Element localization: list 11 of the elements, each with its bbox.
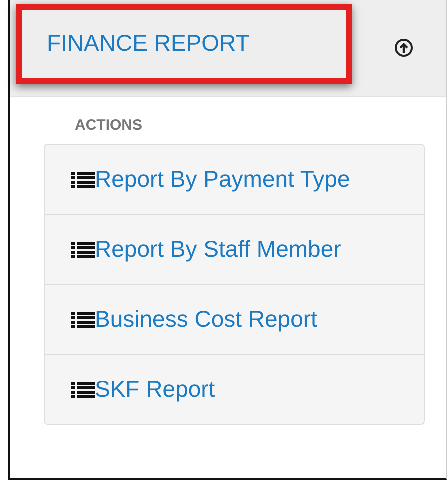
report-link[interactable]: Business Cost Report: [45, 284, 424, 354]
collapse-icon[interactable]: [394, 38, 414, 58]
finance-report-tab[interactable]: FINANCE REPORT: [16, 4, 352, 84]
list-icon: [71, 310, 95, 328]
report-link[interactable]: SKF Report: [45, 354, 424, 424]
report-link[interactable]: Report By Staff Member: [45, 214, 424, 284]
list-icon: [71, 170, 95, 188]
section-heading: ACTIONS: [74, 117, 144, 136]
report-link[interactable]: Report By Payment Type: [45, 145, 424, 214]
list-icon: [71, 240, 95, 258]
list-icon: [71, 380, 95, 398]
